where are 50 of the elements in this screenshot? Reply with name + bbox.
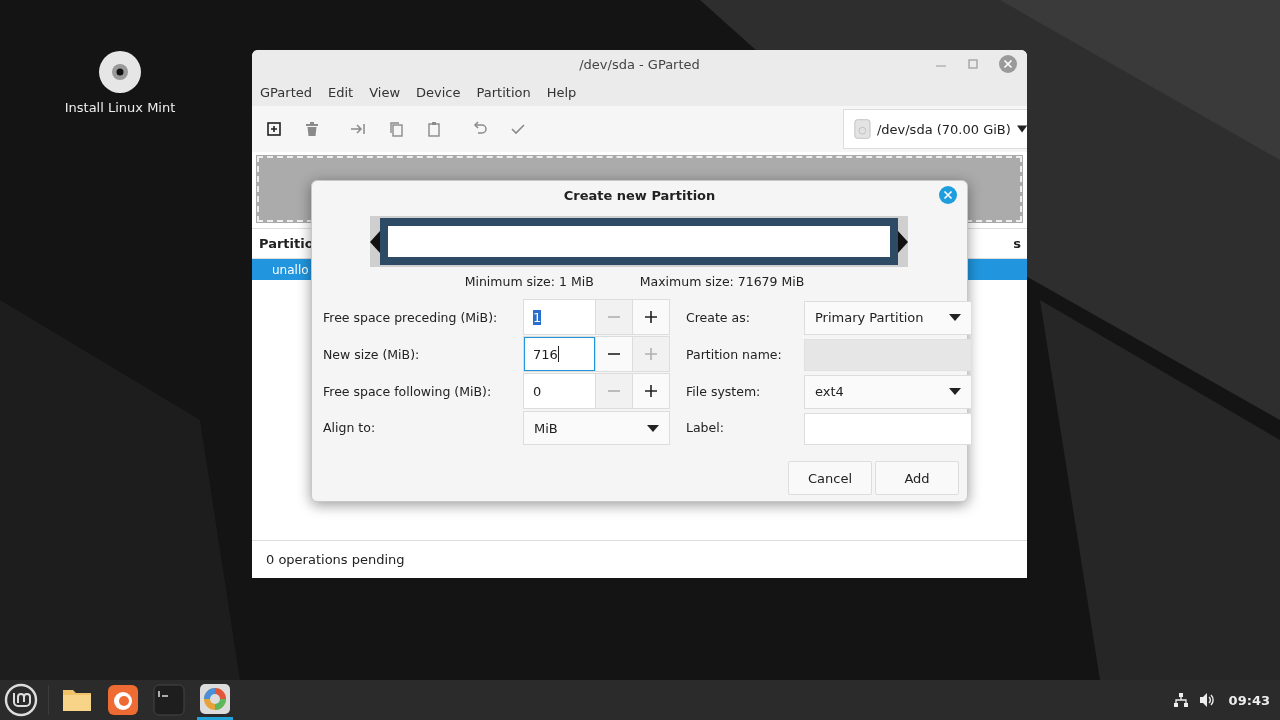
dialog-button[interactable]: Cancel: [788, 461, 872, 495]
window-title: /dev/sda - GParted: [579, 56, 700, 72]
field-label: File system:: [686, 383, 762, 399]
minus-button[interactable]: [594, 337, 632, 371]
device-name: /dev/sda (70.00 GiB): [876, 121, 1011, 137]
menu-item[interactable]: GParted: [260, 84, 312, 100]
clock[interactable]: 09:43: [1228, 692, 1270, 708]
device-selector[interactable]: /dev/sda (70.00 GiB): [843, 109, 1027, 149]
menu-item[interactable]: Edit: [328, 84, 354, 100]
network-icon[interactable]: [1172, 692, 1189, 708]
number-field[interactable]: 716: [524, 337, 595, 371]
terminal-icon: [153, 684, 185, 716]
dropdown-arrow-icon: [949, 314, 961, 321]
menu-item[interactable]: Partition: [476, 84, 531, 100]
field-label: New size (MiB):: [323, 346, 421, 362]
text-field[interactable]: [804, 412, 972, 445]
column-header[interactable]: Partitio: [259, 236, 314, 251]
field-label: Label:: [686, 420, 725, 435]
close-icon[interactable]: [939, 186, 957, 204]
column-header[interactable]: s: [1013, 236, 1021, 251]
dropdown-arrow-icon: [1016, 125, 1027, 133]
plus-icon: [643, 347, 658, 361]
table-cell: unallo: [272, 262, 309, 277]
desktop-icon-label[interactable]: Install Linux Mint: [64, 100, 176, 115]
maximize-icon[interactable]: [967, 58, 979, 70]
dropdown-arrow-icon: [647, 424, 659, 432]
field-label: Create as:: [686, 309, 751, 325]
status-bar: 0 operations pending: [252, 540, 1027, 578]
disk-chart-icon: [199, 682, 231, 715]
disc-icon[interactable]: [98, 50, 142, 94]
mint-logo-icon[interactable]: [4, 683, 38, 717]
maximum-size-text: Maximum size: 71679 MiB: [639, 274, 805, 289]
field-label: Free space preceding (MiB):: [323, 309, 499, 325]
dropdown-arrow-icon: [949, 388, 961, 395]
disk-drive-icon: [854, 117, 871, 141]
dialog-button[interactable]: Add: [875, 461, 959, 495]
minimum-size-text: Minimum size: 1 MiB: [464, 274, 594, 289]
field-label: Partition name:: [686, 346, 783, 362]
menu-item[interactable]: View: [369, 84, 401, 100]
menu-item[interactable]: Device: [416, 84, 461, 100]
menu-item[interactable]: Help: [546, 84, 577, 100]
close-icon[interactable]: [999, 55, 1017, 73]
field-label: Free space following (MiB):: [323, 383, 493, 399]
dialog-title: Create new Partition: [563, 187, 716, 203]
dropdown[interactable]: Primary Partition: [804, 300, 972, 335]
dropdown[interactable]: MiB: [523, 411, 670, 445]
speaker-icon[interactable]: [1198, 692, 1215, 708]
field-label: Align to:: [323, 420, 377, 435]
dropdown[interactable]: ext4: [804, 374, 972, 409]
new-partition-icon[interactable]: [266, 121, 282, 137]
